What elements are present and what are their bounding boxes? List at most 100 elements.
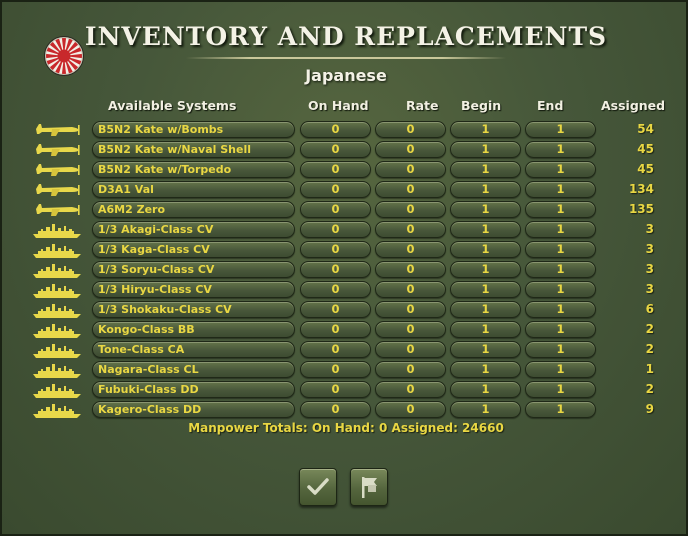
on-hand-value[interactable]: 0 [300,201,371,218]
header-end: End [537,98,564,113]
system-name[interactable]: Nagara-Class CL [92,361,295,378]
end-value[interactable]: 1 [525,201,596,218]
system-name[interactable]: Fubuki-Class DD [92,381,295,398]
begin-value[interactable]: 1 [450,281,521,298]
table-row: B5N2 Kate w/Torpedo 0 0 1 1 45 [2,160,688,180]
table-row: B5N2 Kate w/Naval Shell 0 0 1 1 45 [2,140,688,160]
begin-value[interactable]: 1 [450,121,521,138]
end-value[interactable]: 1 [525,321,596,338]
aircraft-icon [36,204,80,216]
system-name[interactable]: Kongo-Class BB [92,321,295,338]
assigned-value: 134 [628,182,654,196]
on-hand-value[interactable]: 0 [300,361,371,378]
aircraft-icon [32,141,82,159]
end-value[interactable]: 1 [525,181,596,198]
begin-value[interactable]: 1 [450,181,521,198]
rate-value[interactable]: 0 [375,381,446,398]
rate-value[interactable]: 0 [375,181,446,198]
on-hand-value[interactable]: 0 [300,321,371,338]
on-hand-value[interactable]: 0 [300,181,371,198]
rate-value[interactable]: 0 [375,221,446,238]
end-value[interactable]: 1 [525,281,596,298]
begin-value[interactable]: 1 [450,341,521,358]
system-name[interactable]: 1/3 Shokaku-Class CV [92,301,295,318]
rate-value[interactable]: 0 [375,161,446,178]
system-name[interactable]: 1/3 Soryu-Class CV [92,261,295,278]
begin-value[interactable]: 1 [450,141,521,158]
begin-value[interactable]: 1 [450,361,521,378]
surrender-flag-button[interactable] [350,468,388,506]
ship-icon [33,264,81,278]
assigned-value: 45 [637,142,654,156]
rate-value[interactable]: 0 [375,401,446,418]
end-value[interactable]: 1 [525,381,596,398]
rate-value[interactable]: 0 [375,201,446,218]
checkmark-icon [307,478,329,495]
table-row: 1/3 Akagi-Class CV 0 0 1 1 3 [2,220,688,240]
on-hand-value[interactable]: 0 [300,301,371,318]
rate-value[interactable]: 0 [375,341,446,358]
end-value[interactable]: 1 [525,141,596,158]
end-value[interactable]: 1 [525,241,596,258]
begin-value[interactable]: 1 [450,221,521,238]
rate-value[interactable]: 0 [375,361,446,378]
on-hand-value[interactable]: 0 [300,221,371,238]
end-value[interactable]: 1 [525,261,596,278]
rate-value[interactable]: 0 [375,301,446,318]
assigned-value: 3 [645,222,654,236]
on-hand-value[interactable]: 0 [300,281,371,298]
on-hand-value[interactable]: 0 [300,261,371,278]
assigned-value: 2 [645,342,654,356]
system-name[interactable]: D3A1 Val [92,181,295,198]
begin-value[interactable]: 1 [450,261,521,278]
aircraft-icon [32,121,82,139]
begin-value[interactable]: 1 [450,381,521,398]
end-value[interactable]: 1 [525,161,596,178]
assigned-value: 3 [645,282,654,296]
dialog-title: INVENTORY AND REPLACEMENTS [84,22,608,51]
system-name[interactable]: 1/3 Akagi-Class CV [92,221,295,238]
on-hand-value[interactable]: 0 [300,141,371,158]
rate-value[interactable]: 0 [375,281,446,298]
system-name[interactable]: Tone-Class CA [92,341,295,358]
table-row: 1/3 Shokaku-Class CV 0 0 1 1 6 [2,300,688,320]
end-value[interactable]: 1 [525,401,596,418]
assigned-value: 54 [637,122,654,136]
rate-value[interactable]: 0 [375,241,446,258]
rate-value[interactable]: 0 [375,261,446,278]
table-row: D3A1 Val 0 0 1 1 134 [2,180,688,200]
end-value[interactable]: 1 [525,221,596,238]
on-hand-value[interactable]: 0 [300,381,371,398]
system-name[interactable]: 1/3 Hiryu-Class CV [92,281,295,298]
end-value[interactable]: 1 [525,361,596,378]
assigned-value: 9 [645,402,654,416]
system-name[interactable]: B5N2 Kate w/Bombs [92,121,295,138]
on-hand-value[interactable]: 0 [300,161,371,178]
rate-value[interactable]: 0 [375,321,446,338]
ship-icon [32,341,82,359]
end-value[interactable]: 1 [525,301,596,318]
aircraft-icon [36,184,80,196]
system-name[interactable]: 1/3 Kaga-Class CV [92,241,295,258]
assigned-value: 3 [645,262,654,276]
system-name[interactable]: Kagero-Class DD [92,401,295,418]
confirm-button[interactable] [299,468,337,506]
system-name[interactable]: B5N2 Kate w/Naval Shell [92,141,295,158]
end-value[interactable]: 1 [525,121,596,138]
end-value[interactable]: 1 [525,341,596,358]
rate-value[interactable]: 0 [375,141,446,158]
begin-value[interactable]: 1 [450,321,521,338]
system-name[interactable]: B5N2 Kate w/Torpedo [92,161,295,178]
system-name[interactable]: A6M2 Zero [92,201,295,218]
rate-value[interactable]: 0 [375,121,446,138]
begin-value[interactable]: 1 [450,301,521,318]
on-hand-value[interactable]: 0 [300,241,371,258]
begin-value[interactable]: 1 [450,241,521,258]
begin-value[interactable]: 1 [450,161,521,178]
assigned-value: 2 [645,382,654,396]
on-hand-value[interactable]: 0 [300,121,371,138]
on-hand-value[interactable]: 0 [300,401,371,418]
begin-value[interactable]: 1 [450,201,521,218]
on-hand-value[interactable]: 0 [300,341,371,358]
begin-value[interactable]: 1 [450,401,521,418]
